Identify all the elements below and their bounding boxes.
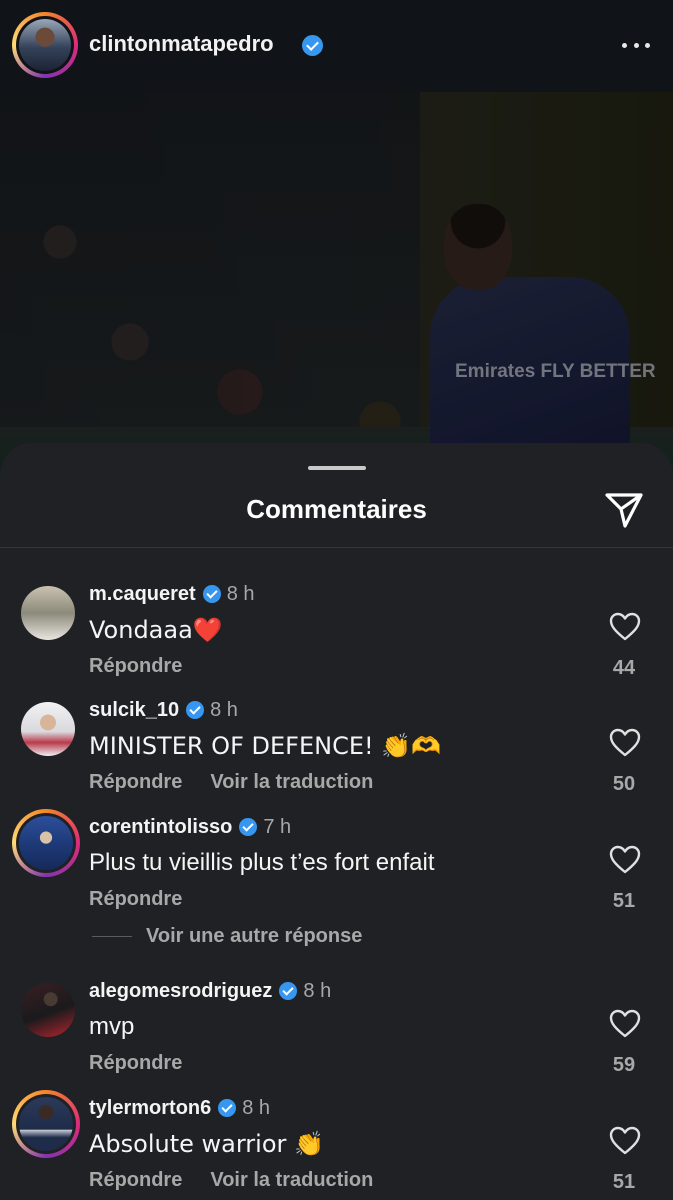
comment-username[interactable]: corentintolisso xyxy=(89,816,232,839)
reply-button[interactable]: Répondre xyxy=(89,771,182,793)
sheet-divider xyxy=(0,547,673,548)
like-count: 51 xyxy=(612,1171,636,1193)
comment-text: Vondaaa❤️ xyxy=(89,616,223,644)
comment-item: m.caqueret 8 h Vondaaa❤️ Répondre 44 xyxy=(0,580,673,696)
comment-username[interactable]: m.caqueret xyxy=(89,583,196,606)
comment-avatar[interactable] xyxy=(12,809,80,877)
like-count: 51 xyxy=(612,890,636,912)
comment-username[interactable]: alegomesrodriguez xyxy=(89,980,272,1003)
comment-username[interactable]: sulcik_10 xyxy=(89,699,179,722)
comment-text: mvp xyxy=(89,1013,135,1040)
comment-time: 8 h xyxy=(242,1096,271,1119)
like-count: 50 xyxy=(612,773,636,795)
reply-button[interactable]: Répondre xyxy=(89,1052,182,1074)
comment-avatar[interactable] xyxy=(12,1090,80,1158)
translate-button[interactable]: Voir la traduction xyxy=(210,1169,373,1191)
reply-button[interactable]: Répondre xyxy=(89,1169,182,1191)
comments-sheet: Commentaires m.caqueret 8 h Vondaaa❤️ Ré… xyxy=(0,443,673,1200)
comment-item: tylermorton6 8 h Absolute warrior 👏 Répo… xyxy=(0,1090,673,1200)
verified-icon xyxy=(279,982,298,1000)
like-count: 59 xyxy=(612,1054,636,1076)
sheet-title: Commentaires xyxy=(246,494,427,524)
heart-icon[interactable] xyxy=(609,1126,641,1156)
comment-item: alegomesrodriguez 8 h mvp Répondre 59 xyxy=(0,977,673,1093)
comment-time: 8 h xyxy=(210,698,238,721)
comment-time: 8 h xyxy=(226,582,255,605)
view-more-replies-label[interactable]: Voir une autre réponse xyxy=(146,925,362,948)
heart-icon[interactable] xyxy=(609,612,641,642)
verified-icon xyxy=(202,585,221,603)
comment-avatar[interactable] xyxy=(21,702,75,756)
reply-thread-line xyxy=(92,935,132,937)
verified-icon xyxy=(186,701,205,719)
comment-text: Absolute warrior 👏 xyxy=(89,1130,324,1158)
reply-button[interactable]: Répondre xyxy=(89,655,182,677)
verified-icon xyxy=(302,35,323,56)
comment-avatar[interactable] xyxy=(21,586,75,640)
send-icon[interactable] xyxy=(603,490,645,530)
verified-icon xyxy=(239,818,258,836)
post-header: clintonmatapedro xyxy=(0,0,673,92)
comment-text: MINISTER OF DEFENCE! 👏🫶 xyxy=(89,732,442,760)
heart-icon[interactable] xyxy=(609,728,641,758)
comment-time: 7 h xyxy=(263,815,292,838)
comment-time: 8 h xyxy=(303,979,332,1002)
heart-icon[interactable] xyxy=(609,1009,641,1039)
comment-item: corentintolisso 7 h Plus tu vieillis plu… xyxy=(0,809,673,929)
profile-avatar[interactable] xyxy=(12,12,78,78)
comment-avatar[interactable] xyxy=(21,983,75,1037)
view-more-replies[interactable]: Voir une autre réponse xyxy=(92,923,362,949)
translate-button[interactable]: Voir la traduction xyxy=(210,771,373,793)
verified-icon xyxy=(218,1099,237,1117)
comment-username[interactable]: tylermorton6 xyxy=(89,1097,211,1120)
post-username[interactable]: clintonmatapedro xyxy=(89,31,274,57)
comment-item: sulcik_10 8 h MINISTER OF DEFENCE! 👏🫶 Ré… xyxy=(0,696,673,812)
heart-icon[interactable] xyxy=(609,845,641,875)
reply-button[interactable]: Répondre xyxy=(89,888,182,910)
sheet-drag-handle[interactable] xyxy=(308,466,366,470)
like-count: 44 xyxy=(612,657,636,679)
more-options-icon[interactable] xyxy=(622,43,650,49)
comment-text: Plus tu vieillis plus t’es fort enfait xyxy=(89,849,435,876)
